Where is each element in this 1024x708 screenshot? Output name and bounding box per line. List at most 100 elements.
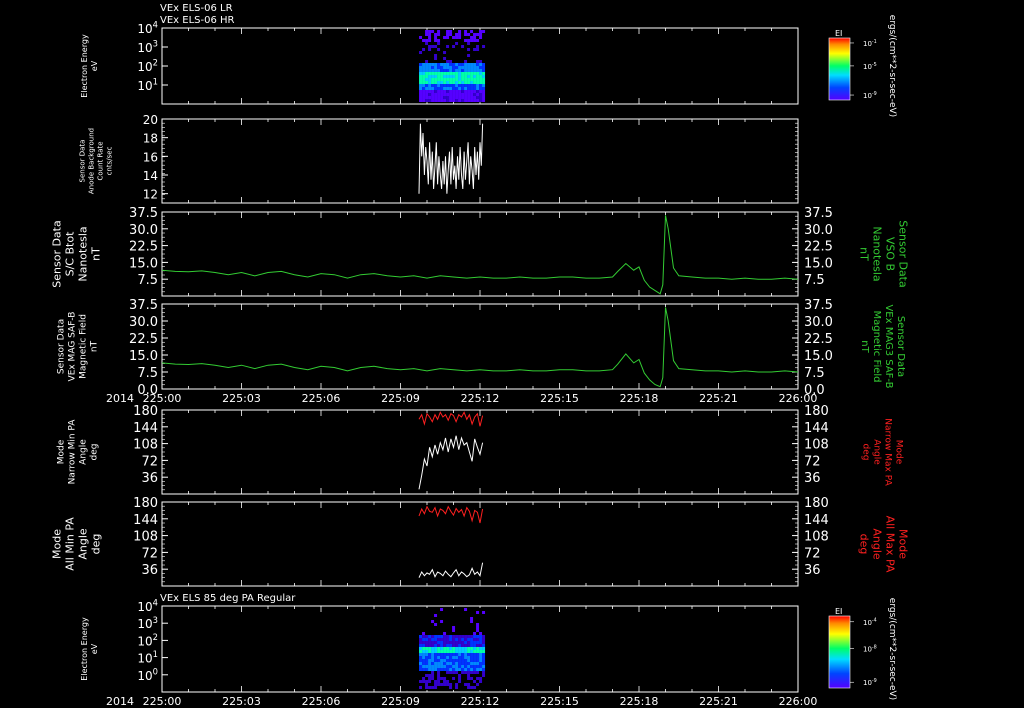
y-tick-label: 14	[143, 169, 158, 183]
right-axis-label: Nanotesla	[871, 226, 884, 281]
heatmap-cell	[434, 659, 438, 662]
heatmap-cell	[425, 84, 429, 87]
heatmap-cell	[437, 96, 441, 99]
heatmap-cell	[437, 671, 441, 674]
y-axis-label: Count Rate	[97, 141, 105, 180]
heatmap-cell	[437, 653, 441, 656]
x-tick-label: 225:18	[620, 695, 659, 708]
heatmap-cell	[467, 87, 471, 90]
heatmap-cell	[476, 81, 480, 84]
x-tick-label: 226:00	[779, 695, 818, 708]
heatmap-cell	[449, 650, 453, 653]
heatmap-cell	[455, 69, 459, 72]
colorbar-tick-label: 10-9	[863, 91, 877, 100]
right-axis-label: Sensor Data	[897, 220, 910, 287]
heatmap-cell	[446, 78, 450, 81]
heatmap-cell	[458, 641, 462, 644]
heatmap-cell	[476, 66, 480, 69]
heatmap-cell	[422, 641, 426, 644]
heatmap-cell	[443, 84, 447, 87]
heatmap-cell	[437, 638, 441, 641]
heatmap-cell	[479, 90, 483, 93]
heatmap-cell	[476, 611, 480, 614]
heatmap-cell	[479, 87, 483, 90]
heatmap-cell	[419, 665, 423, 668]
heatmap-cell	[458, 668, 462, 671]
heatmap-cell	[473, 659, 477, 662]
y-tick-label: 18	[143, 132, 158, 146]
heatmap-cell	[461, 668, 465, 671]
heatmap-cell	[482, 30, 486, 33]
heatmap-cell	[443, 632, 447, 635]
heatmap-cell	[434, 96, 438, 99]
y-tick-label: 37.5	[129, 298, 158, 313]
y-tick-label-right: 22.5	[804, 332, 833, 347]
heatmap-cell	[452, 671, 456, 674]
heatmap-cell	[431, 674, 435, 677]
heatmap-cell	[446, 647, 450, 650]
heatmap-cell	[458, 87, 462, 90]
heatmap-cell	[455, 641, 459, 644]
y-tick-label-right: 7.5	[804, 366, 825, 381]
heatmap-cell	[434, 81, 438, 84]
heatmap-cell	[464, 78, 468, 81]
heatmap-cell	[434, 75, 438, 78]
heatmap-cell	[437, 662, 441, 665]
heatmap-cell	[428, 30, 432, 33]
heatmap-cell	[425, 90, 429, 93]
heatmap-cell	[434, 69, 438, 72]
heatmap-cell	[443, 680, 447, 683]
y-axis-label: deg	[90, 534, 103, 555]
heatmap-cell	[482, 635, 486, 638]
y-axis-label: nT	[90, 247, 103, 261]
heatmap-cell	[476, 626, 480, 629]
heatmap-cell	[443, 638, 447, 641]
heatmap-cell	[473, 63, 477, 66]
y-tick-label: 104	[137, 598, 158, 614]
heatmap-cell	[482, 81, 486, 84]
heatmap-cell	[470, 36, 474, 39]
heatmap-cell	[452, 656, 456, 659]
heatmap-cell	[440, 644, 444, 647]
y-axis-label: cnts/sec	[106, 146, 114, 175]
heatmap-cell	[440, 78, 444, 81]
heatmap-cell	[467, 33, 471, 36]
heatmap-cell	[437, 39, 441, 42]
heatmap-cell	[449, 671, 453, 674]
y-tick-label: 144	[133, 513, 158, 528]
heatmap-cell	[467, 42, 471, 45]
heatmap-cell	[449, 653, 453, 656]
heatmap-cell	[455, 659, 459, 662]
heatmap-cell	[449, 84, 453, 87]
heatmap-cell	[431, 63, 435, 66]
heatmap-cell	[434, 653, 438, 656]
heatmap-cell	[473, 78, 477, 81]
heatmap-cell	[449, 75, 453, 78]
colorbar-unit-label: ergs/(cm**2-sr-sec-eV)	[887, 598, 897, 700]
heatmap-cell	[476, 623, 480, 626]
series-line	[161, 215, 799, 295]
heatmap-cell	[455, 78, 459, 81]
heatmap-cell	[455, 665, 459, 668]
heatmap-cell	[428, 644, 432, 647]
heatmap-cell	[470, 620, 474, 623]
heatmap-cell	[452, 69, 456, 72]
heatmap-cell	[458, 662, 462, 665]
heatmap-cell	[446, 99, 450, 102]
heatmap-cell	[482, 90, 486, 93]
heatmap-cell	[476, 93, 480, 96]
y-tick-label-right: 36	[804, 471, 821, 486]
heatmap-cell	[437, 72, 441, 75]
heatmap-cell	[434, 680, 438, 683]
heatmap-cell	[431, 668, 435, 671]
heatmap-cell	[464, 665, 468, 668]
heatmap-cell	[482, 656, 486, 659]
heatmap-cell	[464, 641, 468, 644]
heatmap-cell	[434, 93, 438, 96]
heatmap-cell	[422, 39, 426, 42]
heatmap-cell	[443, 96, 447, 99]
heatmap-cell	[476, 635, 480, 638]
heatmap-cell	[428, 662, 432, 665]
heatmap-cell	[443, 69, 447, 72]
heatmap-cell	[470, 671, 474, 674]
